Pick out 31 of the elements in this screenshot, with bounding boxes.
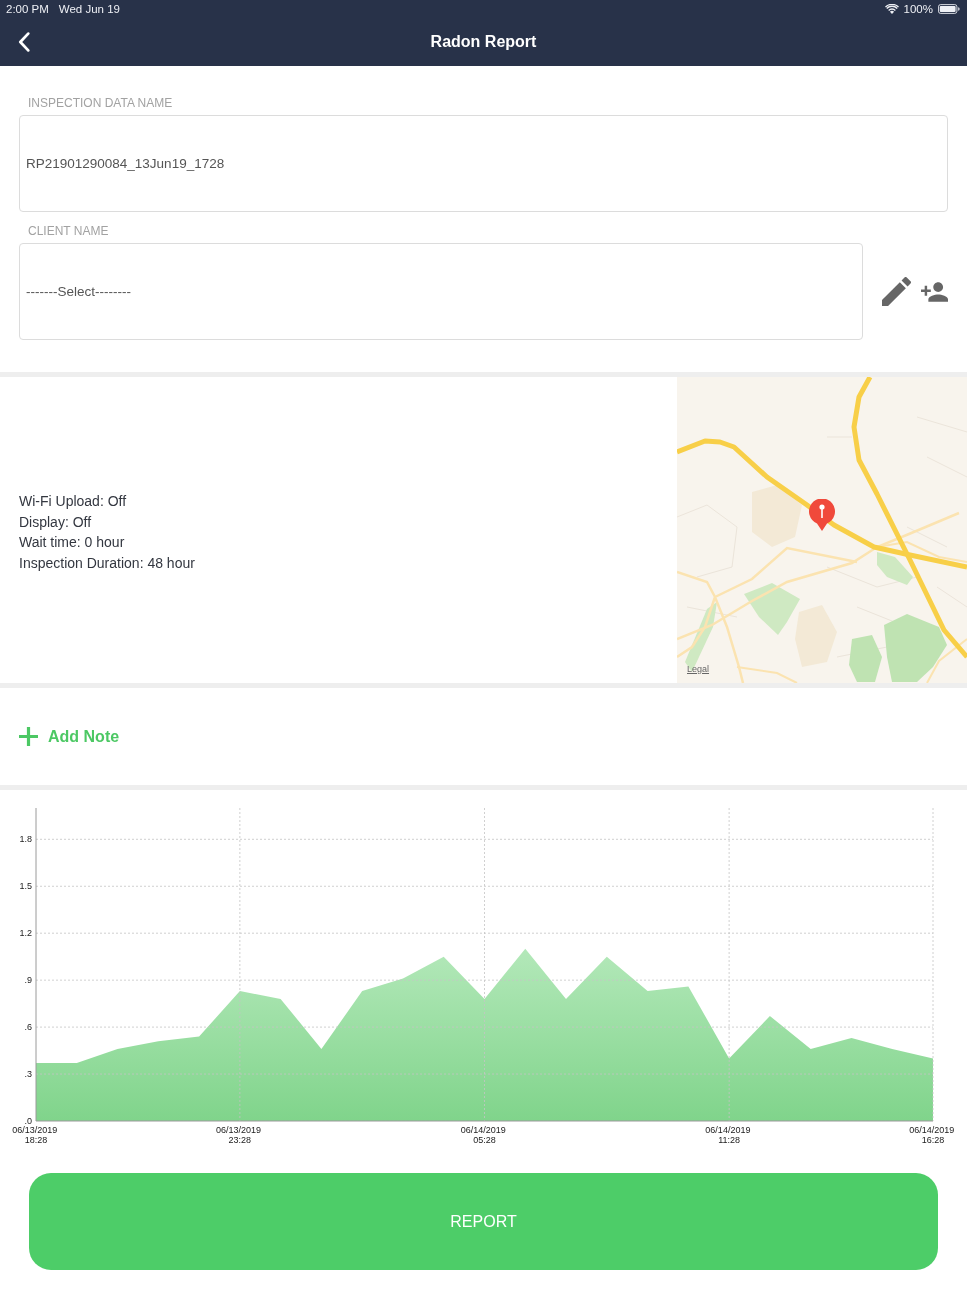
back-button[interactable] <box>17 32 31 52</box>
pencil-icon[interactable] <box>882 277 911 306</box>
x-tick-label: 06/14/2019 11:28 <box>705 1125 751 1145</box>
add-person-icon[interactable] <box>921 281 948 302</box>
x-tick-label: 06/13/2019 18:28 <box>12 1125 58 1145</box>
y-tick-label: .3 <box>24 1069 32 1080</box>
wifi-icon <box>884 4 899 14</box>
detail-text: Wi-Fi Upload: Off <box>19 492 128 511</box>
detail-text: Inspection Duration: 48 hour <box>19 553 196 573</box>
select-field[interactable]: -------Select-------- <box>19 243 863 340</box>
detail-text: Display: Off <box>19 512 93 532</box>
status-date: Wed Jun 19 <box>58 2 120 16</box>
y-tick-label: .0 <box>24 1116 32 1126</box>
x-tick-label: 06/13/2019 23:28 <box>216 1125 262 1145</box>
y-tick-label: 1.8 <box>19 834 32 845</box>
battery-percent: 100% <box>903 2 933 16</box>
map-pin-icon <box>808 499 836 531</box>
battery-icon <box>938 4 960 14</box>
screen-title: Radon Report <box>430 32 537 52</box>
detail-text: Wait time: 0 hour <box>19 533 126 552</box>
field-label: INSPECTION DATA NAME <box>27 96 174 110</box>
status-time: 2:00 PM <box>6 2 49 16</box>
legal-link[interactable]: Legal <box>687 664 710 675</box>
y-tick-label: 1.2 <box>19 928 32 939</box>
field-label: CLIENT NAME <box>27 224 110 238</box>
y-tick-label: 1.5 <box>19 881 32 892</box>
y-tick-label: .9 <box>24 975 32 986</box>
x-tick-label: 06/14/2019 16:28 <box>909 1125 955 1145</box>
y-tick-label: .6 <box>24 1022 32 1033</box>
x-tick-label: 06/14/2019 05:28 <box>460 1125 506 1145</box>
text-field[interactable]: RP21901290084_13Jun19_1728 <box>19 115 948 212</box>
